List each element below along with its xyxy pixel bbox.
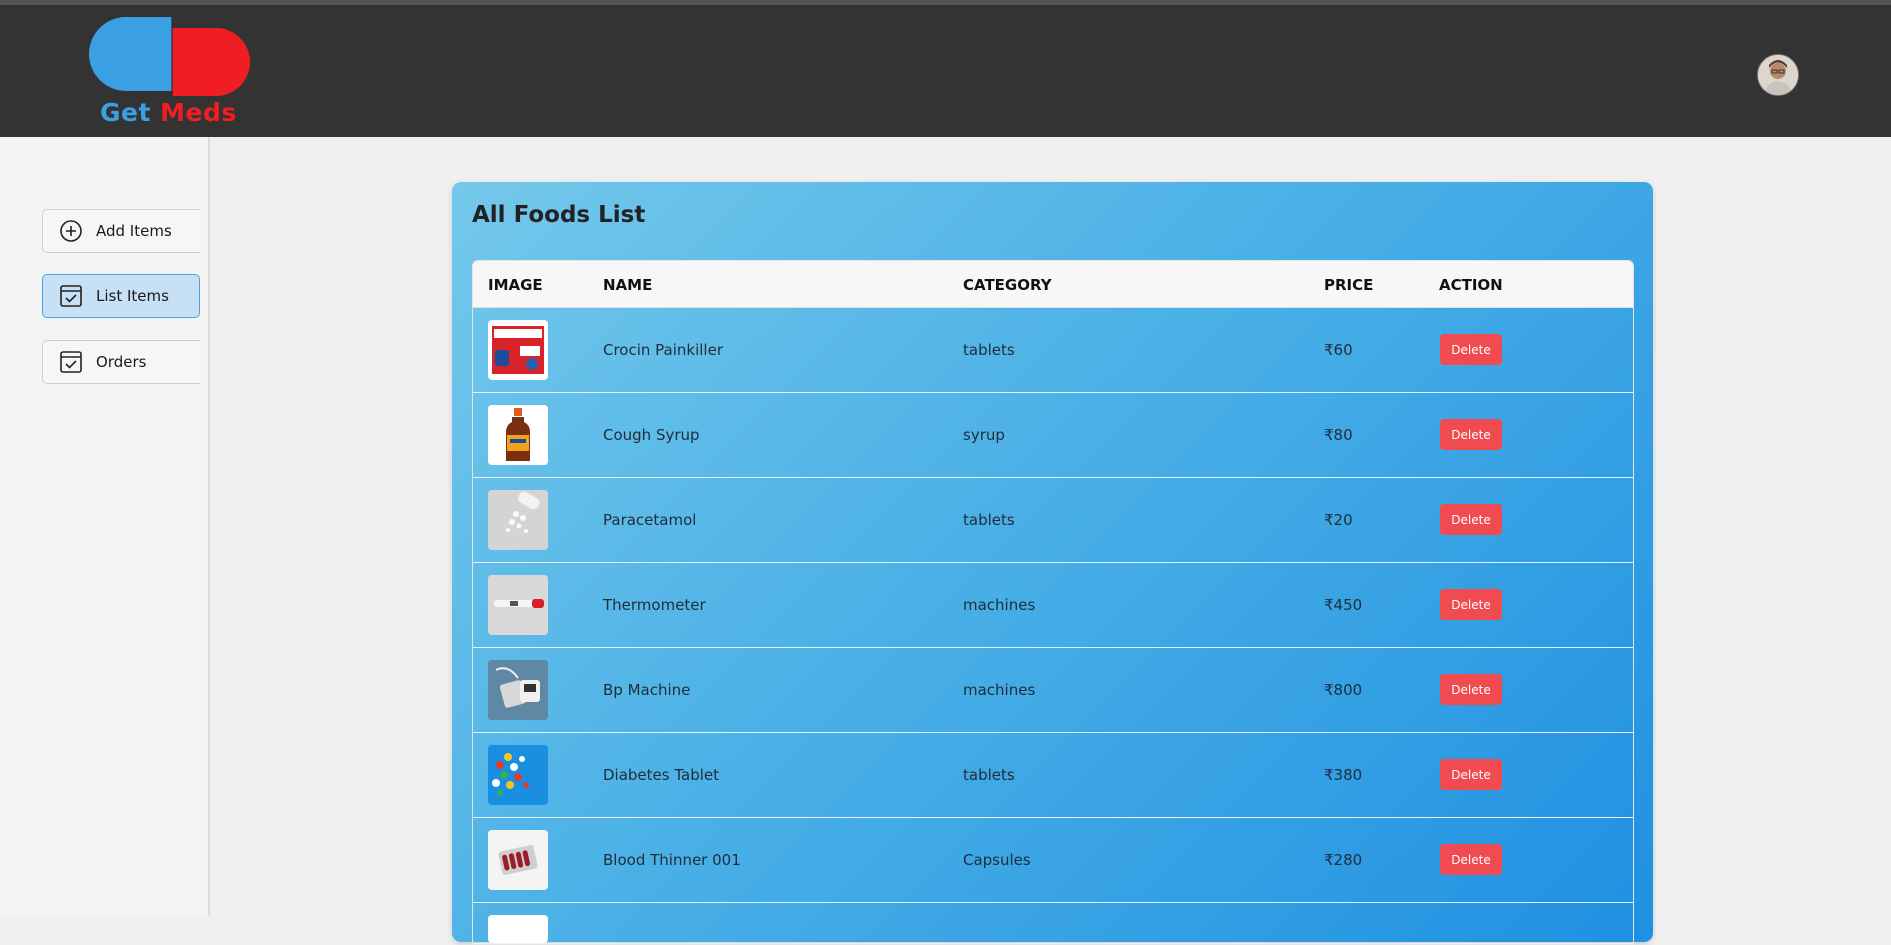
crocin-box-image: [488, 320, 548, 380]
sidebar-item-label: Add Items: [96, 222, 172, 240]
column-header-name: NAME: [603, 276, 653, 294]
table-row: Paracetamol tablets ₹20 Delete: [473, 478, 1633, 563]
item-price: ₹800: [1324, 681, 1363, 699]
top-navbar: Get Meds: [0, 0, 1891, 137]
items-list-card: All Foods List IMAGE NAME CATEGORY PRICE…: [452, 182, 1653, 945]
item-category: syrup: [963, 426, 1005, 444]
item-name: Paracetamol: [603, 511, 697, 529]
item-price: ₹20: [1324, 511, 1353, 529]
item-price: ₹280: [1324, 851, 1363, 869]
bp-machine-image: [488, 660, 548, 720]
logo-word-meds: Meds: [160, 98, 237, 127]
table-header: IMAGE NAME CATEGORY PRICE ACTION: [473, 261, 1633, 308]
user-avatar[interactable]: [1757, 54, 1799, 96]
checklist-icon: [58, 283, 84, 309]
sidebar-item-add-items[interactable]: Add Items: [42, 209, 200, 253]
syrup-bottle-image: [488, 405, 548, 465]
page-title: All Foods List: [472, 202, 646, 228]
table-row: Cough Syrup syrup ₹80 Delete: [473, 393, 1633, 478]
table-row: [473, 903, 1633, 944]
delete-button[interactable]: Delete: [1440, 844, 1502, 875]
column-header-price: PRICE: [1324, 276, 1374, 294]
logo-word-get: Get: [100, 98, 151, 127]
table-row: Bp Machine machines ₹800 Delete: [473, 648, 1633, 733]
colorful-pills-image: [488, 745, 548, 805]
item-category: machines: [963, 681, 1036, 699]
table-row: Diabetes Tablet tablets ₹380 Delete: [473, 733, 1633, 818]
item-name: Crocin Painkiller: [603, 341, 723, 359]
item-category: tablets: [963, 766, 1015, 784]
item-price: ₹80: [1324, 426, 1353, 444]
table-row: Blood Thinner 001 Capsules ₹280 Delete: [473, 818, 1633, 903]
capsule-logo-icon: [89, 17, 250, 96]
item-image: [488, 915, 548, 943]
item-price: ₹60: [1324, 341, 1353, 359]
delete-button[interactable]: Delete: [1440, 674, 1502, 705]
item-name: Cough Syrup: [603, 426, 700, 444]
blister-pack-image: [488, 830, 548, 890]
sidebar-item-label: Orders: [96, 353, 147, 371]
delete-button[interactable]: Delete: [1440, 759, 1502, 790]
profile-photo-icon: [1758, 55, 1798, 95]
table-row: Crocin Painkiller tablets ₹60 Delete: [473, 308, 1633, 393]
item-category: Capsules: [963, 851, 1031, 869]
sidebar-item-list-items[interactable]: List Items: [42, 274, 200, 318]
thermometer-image: [488, 575, 548, 635]
item-price: ₹450: [1324, 596, 1363, 614]
item-name: Blood Thinner 001: [603, 851, 741, 869]
checklist-icon: [58, 349, 84, 375]
item-category: machines: [963, 596, 1036, 614]
get-meds-logo[interactable]: Get Meds: [86, 12, 261, 137]
plus-circle-icon: [58, 218, 84, 244]
table-row: Thermometer machines ₹450 Delete: [473, 563, 1633, 648]
sidebar-item-label: List Items: [96, 287, 169, 305]
sidebar: Add Items List Items Orders: [0, 137, 210, 916]
items-table: IMAGE NAME CATEGORY PRICE ACTION Crocin …: [472, 260, 1634, 945]
item-name: Thermometer: [603, 596, 706, 614]
item-name: Bp Machine: [603, 681, 691, 699]
item-category: tablets: [963, 511, 1015, 529]
item-name: Diabetes Tablet: [603, 766, 720, 784]
delete-button[interactable]: Delete: [1440, 419, 1502, 450]
delete-button[interactable]: Delete: [1440, 589, 1502, 620]
column-header-action: ACTION: [1439, 276, 1503, 294]
pills-image: [488, 490, 548, 550]
delete-button[interactable]: Delete: [1440, 334, 1502, 365]
item-price: ₹380: [1324, 766, 1363, 784]
delete-button[interactable]: Delete: [1440, 504, 1502, 535]
logo-wordmark: Get Meds: [100, 98, 237, 127]
sidebar-item-orders[interactable]: Orders: [42, 340, 200, 384]
column-header-category: CATEGORY: [963, 276, 1052, 294]
column-header-image: IMAGE: [488, 276, 543, 294]
item-category: tablets: [963, 341, 1015, 359]
